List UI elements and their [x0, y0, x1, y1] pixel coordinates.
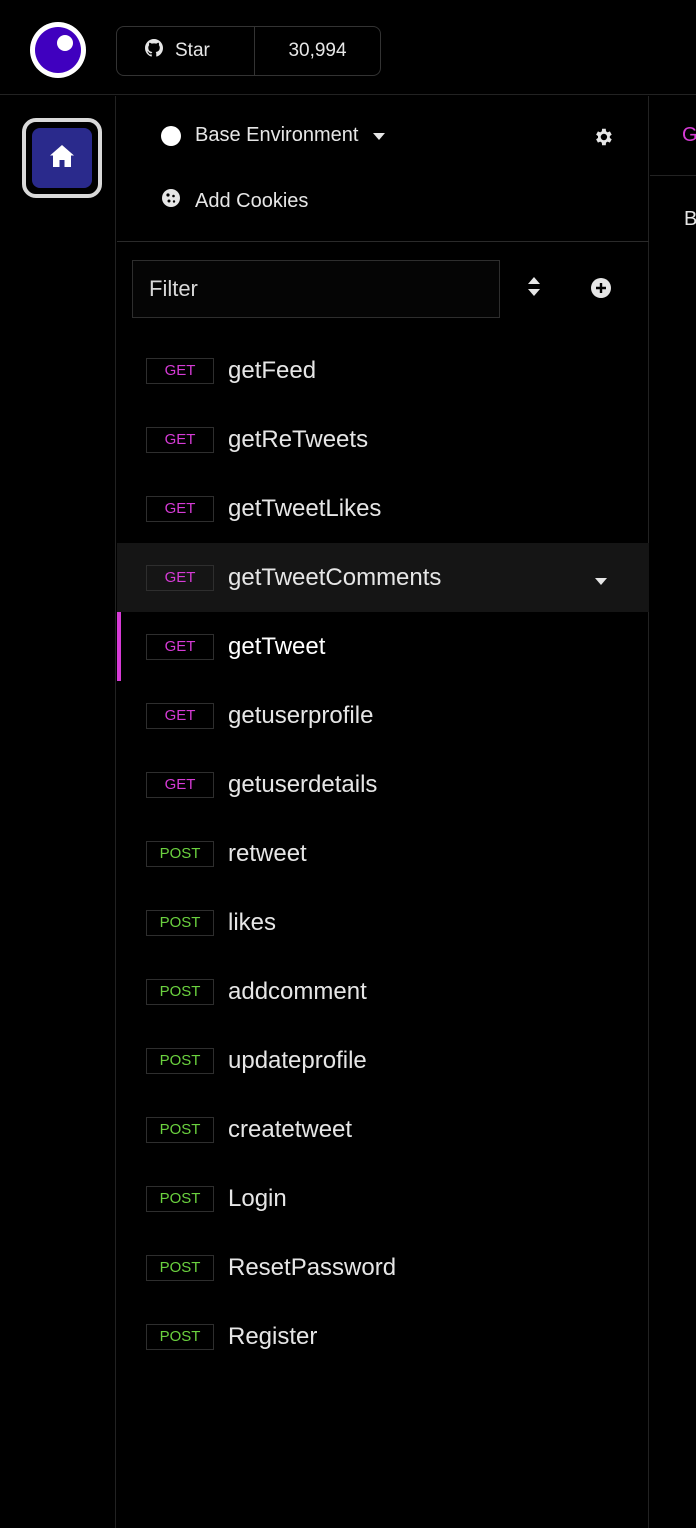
app-logo[interactable]: [30, 22, 86, 78]
method-badge: GET: [146, 702, 214, 729]
request-name: Login: [228, 1184, 287, 1212]
method-badge: POST: [146, 1254, 214, 1281]
left-rail: [0, 96, 116, 1528]
request-item-createtweet[interactable]: POST createtweet: [117, 1095, 649, 1164]
github-star-group: Star 30,994: [116, 26, 381, 76]
request-name: getTweet: [228, 632, 326, 660]
request-item-getfeed[interactable]: GET getFeed: [117, 336, 649, 405]
add-cookies-button[interactable]: Add Cookies: [161, 188, 308, 214]
method-badge: POST: [146, 1185, 214, 1212]
star-count[interactable]: 30,994: [255, 27, 380, 75]
method-badge: POST: [146, 1323, 214, 1350]
body-label: B: [684, 208, 696, 230]
method-badge: POST: [146, 1047, 214, 1074]
environment-color-dot: [161, 125, 181, 146]
request-item-login[interactable]: POST Login: [117, 1164, 649, 1233]
request-item-gettweet[interactable]: GET getTweet: [117, 612, 649, 681]
request-name: updateprofile: [228, 1046, 367, 1074]
method-badge: GET: [146, 426, 214, 453]
request-name: createtweet: [228, 1115, 353, 1143]
divider: [117, 241, 649, 242]
request-name: getFeed: [228, 356, 317, 384]
request-item-getuserdetails[interactable]: GET getuserdetails: [117, 750, 649, 819]
method-badge: POST: [146, 840, 214, 867]
request-item-gettweetcomments[interactable]: GET getTweetComments: [117, 543, 649, 612]
cookie-icon: [161, 188, 181, 214]
request-name: getReTweets: [228, 425, 369, 453]
request-item-getretweets[interactable]: GET getReTweets: [117, 405, 649, 474]
method-tab[interactable]: G: [650, 96, 696, 176]
star-label: Star: [175, 40, 210, 61]
method-badge: GET: [146, 357, 214, 384]
request-name: getuserdetails: [228, 770, 378, 798]
request-name: Register: [228, 1322, 318, 1350]
request-item-retweet[interactable]: POST retweet: [117, 819, 649, 888]
request-name: getTweetLikes: [228, 494, 382, 522]
top-bar: Star 30,994: [0, 0, 696, 95]
method-badge: GET: [146, 771, 214, 798]
method-badge: POST: [146, 978, 214, 1005]
method-badge: GET: [146, 633, 214, 660]
request-item-gettweetlikes[interactable]: GET getTweetLikes: [117, 474, 649, 543]
request-name: addcomment: [228, 977, 367, 1005]
add-cookies-label: Add Cookies: [195, 189, 309, 212]
request-name: getuserprofile: [228, 701, 374, 729]
chevron-down-icon[interactable]: [594, 573, 608, 591]
filter-input[interactable]: [132, 260, 500, 318]
home-icon: [49, 144, 75, 173]
star-button[interactable]: Star: [117, 27, 255, 75]
request-item-likes[interactable]: POST likes: [117, 888, 649, 957]
method-badge: GET: [146, 495, 214, 522]
environment-selector[interactable]: Base Environment: [161, 124, 386, 147]
request-sidebar: Base Environment Add Cookies GETgetFeedG…: [117, 96, 649, 1528]
home-button[interactable]: [22, 118, 102, 198]
method-badge: POST: [146, 909, 214, 936]
request-item-updateprofile[interactable]: POST updateprofile: [117, 1026, 649, 1095]
sort-icon[interactable]: [527, 276, 541, 303]
request-list: GET getFeed GET getReTweets GET getTweetLikes…: [117, 336, 649, 1371]
environment-label: Base Environment: [195, 124, 359, 146]
request-item-addcomment[interactable]: POST addcomment: [117, 957, 649, 1026]
github-icon: [145, 39, 163, 63]
chevron-down-icon: [372, 124, 386, 147]
request-pane: G B: [650, 96, 696, 1528]
request-name: likes: [228, 908, 277, 936]
request-name: getTweetComments: [228, 563, 442, 591]
add-request-icon[interactable]: [590, 277, 612, 304]
request-item-resetpassword[interactable]: POST ResetPassword: [117, 1233, 649, 1302]
request-name: ResetPassword: [228, 1253, 397, 1281]
request-name: retweet: [228, 839, 307, 867]
method-badge: POST: [146, 1116, 214, 1143]
request-item-getuserprofile[interactable]: GET getuserprofile: [117, 681, 649, 750]
request-item-register[interactable]: POST Register: [117, 1302, 649, 1371]
method-badge: GET: [146, 564, 214, 591]
gear-icon[interactable]: [592, 126, 614, 153]
